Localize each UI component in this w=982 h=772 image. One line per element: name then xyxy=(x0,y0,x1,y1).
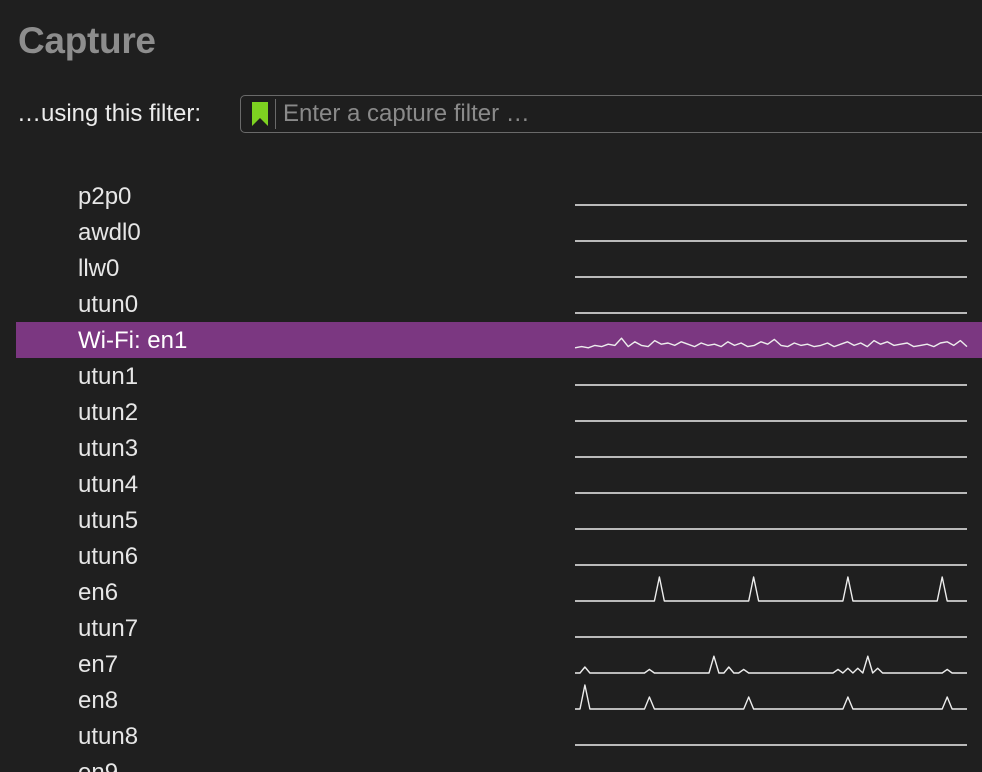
page-title: Capture xyxy=(18,20,156,61)
interface-row[interactable]: awdl0 xyxy=(16,214,982,250)
sparkline-trace xyxy=(575,655,967,674)
interface-row[interactable]: en8 xyxy=(16,682,982,718)
activity-sparkline xyxy=(575,240,967,242)
capture-filter-input[interactable] xyxy=(283,100,982,128)
activity-sparkline xyxy=(575,528,967,530)
bookmark-icon xyxy=(252,102,268,126)
interface-name: utun3 xyxy=(78,435,139,462)
interface-name: en6 xyxy=(78,579,119,606)
filter-bookmark-button[interactable] xyxy=(246,99,276,129)
activity-sparkline xyxy=(575,636,967,638)
sparkline-trace xyxy=(575,576,967,602)
interface-name: utun8 xyxy=(78,723,139,750)
activity-sparkline xyxy=(574,337,968,349)
sparkline-trace xyxy=(575,684,967,710)
interface-name: awdl0 xyxy=(78,219,141,246)
interface-list: p2p0 awdl0 llw0 utun0 Wi-Fi: en1 utun1 utun2 ut… xyxy=(16,178,982,772)
interface-row[interactable]: utun6 xyxy=(16,538,982,574)
activity-sparkline xyxy=(575,456,967,458)
interface-row[interactable]: utun8 xyxy=(16,718,982,754)
interface-name: utun0 xyxy=(78,291,139,318)
interface-row[interactable]: utun1 xyxy=(16,358,982,394)
interface-row[interactable]: utun0 xyxy=(16,286,982,322)
activity-sparkline xyxy=(574,754,968,772)
interface-row[interactable]: en7 xyxy=(16,646,982,682)
interface-name: en9 xyxy=(78,759,118,772)
activity-sparkline xyxy=(575,576,967,602)
interface-name: en7 xyxy=(78,651,119,678)
interface-row[interactable]: en9 xyxy=(16,754,982,772)
interface-row[interactable]: utun4 xyxy=(16,466,982,502)
interface-name: en8 xyxy=(78,687,119,714)
interface-row[interactable]: utun3 xyxy=(16,430,982,466)
interface-row[interactable]: p2p0 xyxy=(16,178,982,214)
activity-sparkline xyxy=(575,492,967,494)
activity-sparkline xyxy=(575,384,967,386)
activity-sparkline xyxy=(575,204,967,206)
activity-sparkline xyxy=(575,312,967,314)
interface-name: utun4 xyxy=(78,471,139,498)
interface-name: utun1 xyxy=(78,363,139,390)
interface-name: utun7 xyxy=(78,615,139,642)
interface-name: Wi-Fi: en1 xyxy=(78,327,188,354)
interface-row[interactable]: llw0 xyxy=(16,250,982,286)
activity-sparkline xyxy=(575,564,967,566)
interface-name: utun5 xyxy=(78,507,139,534)
capture-page: Capture …using this filter: p2p0 awdl0 llw… xyxy=(0,0,982,772)
activity-sparkline xyxy=(575,276,967,278)
filter-label: …using this filter: xyxy=(17,100,202,127)
interface-row[interactable]: utun7 xyxy=(16,610,982,646)
interface-name: p2p0 xyxy=(78,183,132,210)
interface-name: utun6 xyxy=(78,543,139,570)
sparkline-trace xyxy=(574,337,968,349)
activity-sparkline xyxy=(575,684,967,710)
interface-row[interactable]: Wi-Fi: en1 xyxy=(16,322,982,358)
capture-filter-box xyxy=(240,95,982,133)
interface-name: utun2 xyxy=(78,399,139,426)
activity-sparkline xyxy=(575,744,967,746)
interface-row[interactable]: utun2 xyxy=(16,394,982,430)
interface-row[interactable]: utun5 xyxy=(16,502,982,538)
interface-name: llw0 xyxy=(78,255,120,282)
activity-sparkline xyxy=(575,655,967,674)
activity-sparkline xyxy=(575,420,967,422)
interface-row[interactable]: en6 xyxy=(16,574,982,610)
